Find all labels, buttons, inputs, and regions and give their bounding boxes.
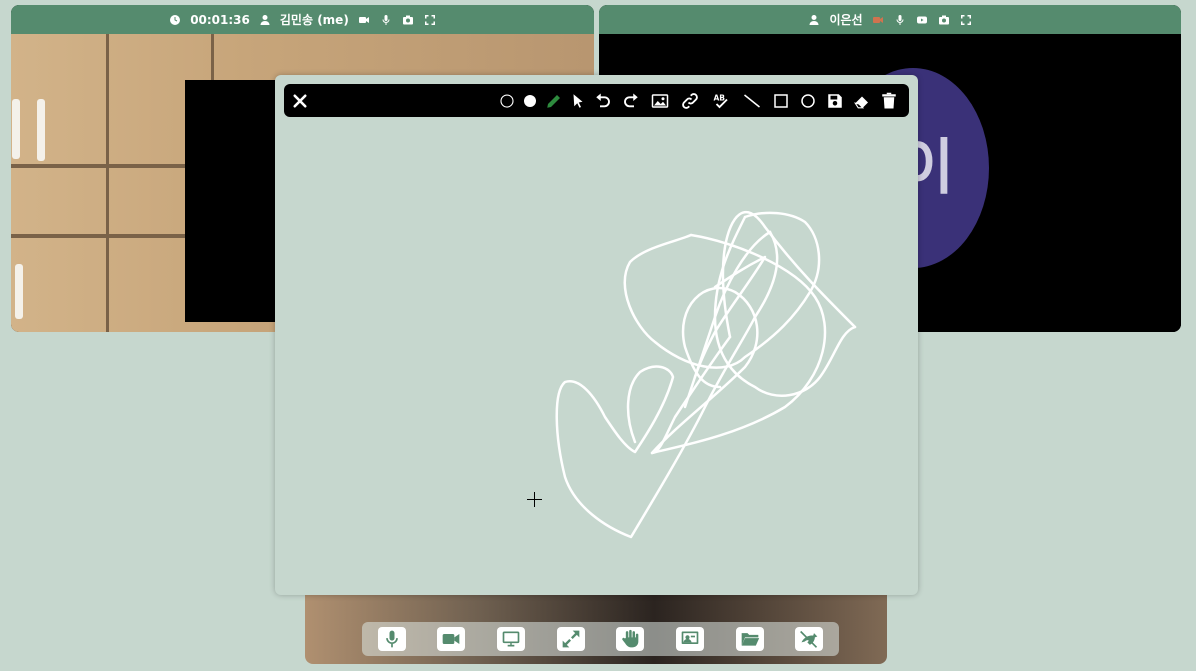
text-button[interactable]: AB [710, 90, 732, 112]
video-camera-icon[interactable] [357, 13, 371, 27]
microphone-button[interactable] [377, 627, 406, 651]
save-button[interactable] [824, 90, 846, 112]
microphone-icon[interactable] [893, 13, 907, 27]
whiteboard-toolbar: AB [284, 84, 909, 117]
line-icon [744, 94, 760, 108]
rectangle-icon [774, 94, 788, 108]
video-camera-icon [443, 634, 460, 644]
eraser-button[interactable] [851, 90, 873, 112]
line-button[interactable] [741, 90, 763, 112]
video-overlay-black [185, 80, 285, 322]
close-button[interactable] [289, 90, 311, 112]
hang-up-icon [800, 630, 818, 648]
pencil-icon [547, 95, 560, 108]
redo-button[interactable] [620, 90, 642, 112]
undo-icon [596, 93, 610, 108]
microphone-icon[interactable] [379, 13, 393, 27]
stroke-thin-button[interactable] [496, 90, 518, 112]
presentation-icon [681, 631, 699, 644]
monitor-icon [502, 631, 520, 647]
close-icon [293, 94, 307, 108]
raise-hand-button[interactable] [616, 627, 645, 651]
presentation-button[interactable] [675, 627, 704, 651]
circle-filled-icon [524, 95, 536, 107]
link-button[interactable] [679, 90, 701, 112]
eraser-icon [854, 96, 868, 109]
clear-button[interactable] [878, 90, 900, 112]
drawing-canvas[interactable] [275, 117, 918, 595]
svg-text:AB: AB [714, 93, 726, 102]
microphone-icon [385, 630, 398, 648]
crosshair-cursor-icon [527, 492, 542, 507]
redo-icon [624, 93, 638, 108]
expand-button[interactable] [556, 627, 585, 651]
call-timer: 00:01:36 [190, 12, 250, 27]
tile-header: 이은선 [599, 5, 1181, 34]
save-icon [828, 94, 842, 108]
image-icon [651, 94, 669, 108]
select-button[interactable] [567, 90, 589, 112]
link-icon [682, 93, 698, 109]
clock-icon [168, 13, 182, 27]
participant-name: 이은선 [829, 13, 863, 27]
pencil-button[interactable] [543, 90, 565, 112]
expand-icon [562, 630, 580, 648]
participant-name: 김민송 (me) [279, 13, 349, 27]
screen-share-button[interactable] [497, 627, 526, 651]
stroke-thick-button[interactable] [519, 90, 541, 112]
rectangle-button[interactable] [770, 90, 792, 112]
circle-icon [801, 94, 815, 108]
pointer-icon [573, 94, 583, 108]
camera-icon[interactable] [401, 13, 415, 27]
video-button[interactable] [437, 627, 466, 651]
camera-icon[interactable] [937, 13, 951, 27]
tile-header: 00:01:36 김민송 (me) [11, 5, 594, 34]
trash-icon [882, 92, 896, 109]
undo-button[interactable] [592, 90, 614, 112]
whiteboard-panel[interactable]: AB [275, 75, 918, 595]
freehand-drawing [555, 211, 857, 539]
image-button[interactable] [649, 90, 671, 112]
files-button[interactable] [735, 627, 764, 651]
hang-up-button[interactable] [795, 627, 824, 651]
call-controls [362, 622, 839, 656]
circle-button[interactable] [797, 90, 819, 112]
raise-hand-icon [622, 629, 639, 648]
fullscreen-icon[interactable] [423, 13, 437, 27]
circle-outline-icon [500, 94, 514, 108]
folder-icon [741, 633, 759, 646]
fullscreen-icon[interactable] [959, 13, 973, 27]
spellcheck-icon: AB [714, 93, 728, 109]
user-icon [258, 13, 272, 27]
youtube-icon[interactable] [915, 13, 929, 27]
user-icon [807, 13, 821, 27]
video-camera-off-icon[interactable] [871, 13, 885, 27]
